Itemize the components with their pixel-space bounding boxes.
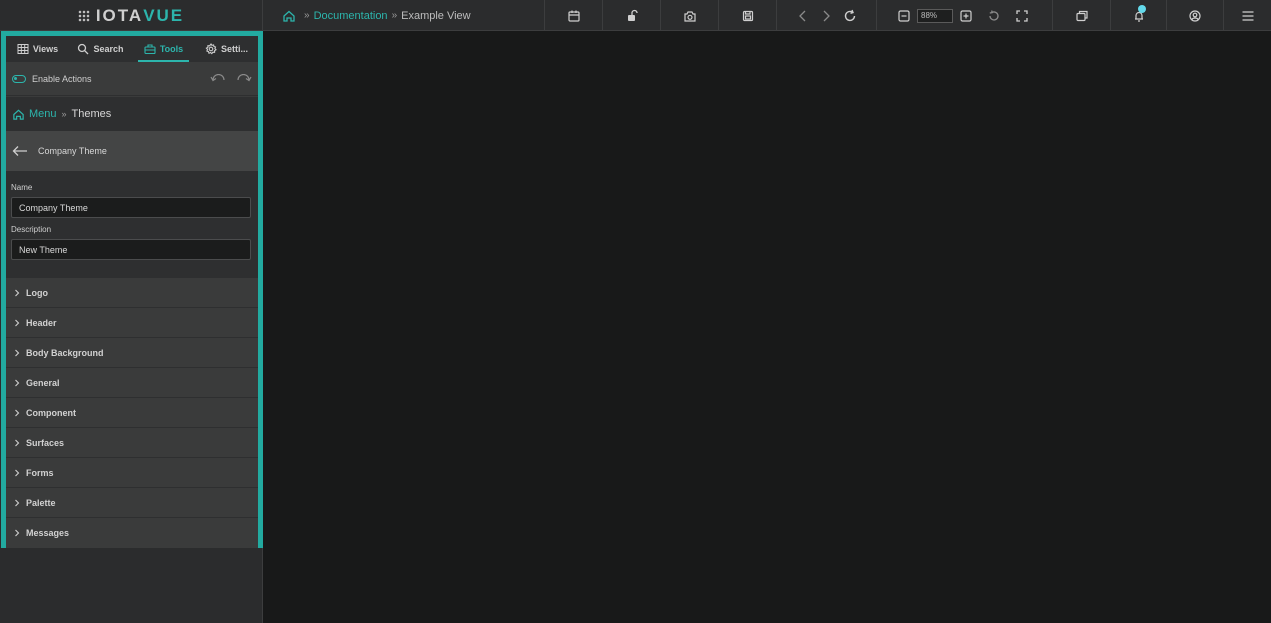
tab-tools[interactable]: Tools [132,36,195,62]
calendar-button[interactable] [544,0,602,31]
reset-zoom-button[interactable] [987,9,1001,23]
tab-views-label: Views [32,44,59,54]
logo-grid-icon [77,9,90,22]
tab-tools-label: Tools [159,44,184,54]
tab-search-label: Search [93,44,124,54]
breadcrumb-themes: Themes [71,108,112,120]
tab-search[interactable]: Search [69,36,132,62]
menu-breadcrumb: Menu » Themes [6,97,258,131]
section-surfaces[interactable]: Surfaces [6,428,258,458]
logo-text-vue: VUE [143,5,185,25]
breadcrumb: » Documentation » Example View [282,0,471,31]
section-logo[interactable]: Logo [6,278,258,308]
camera-icon [683,9,697,23]
chevron-right-icon [15,499,20,506]
save-button[interactable] [718,0,776,31]
section-label: General [26,377,60,388]
tools-panel: Views Search Tools Setti... Enable Actio… [1,31,263,548]
chevron-right-icon [15,529,20,537]
redo-icon[interactable] [236,73,252,84]
chevron-right-icon [15,469,20,476]
section-label: Forms [26,467,54,478]
undo-redo-group [210,73,252,84]
enable-actions-row: Enable Actions [6,62,258,96]
section-header[interactable]: Header [6,308,258,338]
zoom-input[interactable]: 88% [917,8,953,23]
tab-settings-label: Setti... [220,44,248,54]
grid-icon [17,44,29,54]
section-label: Palette [26,497,56,508]
breadcrumb-example-view: Example View [401,9,471,22]
chevron-right-icon [15,409,20,416]
zoom-group: 88% [876,0,1052,31]
back-nav-button[interactable] [796,9,810,23]
section-body-background[interactable]: Body Background [6,338,258,368]
toolbox-icon [144,44,156,55]
logo-text-iota: IOTA [95,5,144,25]
breadcrumb-separator: » [391,10,398,21]
user-circle-icon [1188,9,1202,23]
zoom-in-button[interactable] [959,9,973,23]
theme-form: Name Company Theme Description New Theme [6,171,258,279]
chevron-right-icon [15,439,20,446]
section-label: Surfaces [26,437,65,448]
user-button[interactable] [1166,0,1223,31]
theme-sections: Logo Header Body Background General Comp… [6,278,258,548]
top-bar: IOTA VUE » Documentation » Example View 8… [0,0,1271,31]
gear-icon [205,43,217,55]
chevron-right-icon [15,379,20,386]
tab-views[interactable]: Views [6,36,69,62]
app-logo[interactable]: IOTA VUE [0,0,263,31]
main-menu-button[interactable] [1223,0,1271,31]
refresh-icon[interactable] [843,9,857,23]
forward-nav-button[interactable] [819,9,833,23]
description-label: Description [11,225,52,234]
view-canvas[interactable] [263,31,1271,623]
zoom-out-button[interactable] [897,9,911,23]
hamburger-icon [1241,9,1255,23]
windows-icon [1075,9,1089,23]
camera-button[interactable] [660,0,718,31]
description-input[interactable]: New Theme [11,239,251,260]
name-label: Name [11,183,33,192]
breadcrumb-menu[interactable]: Menu [29,108,57,120]
chevron-right-icon [15,289,20,296]
section-label: Component [26,407,76,418]
home-icon[interactable] [282,9,296,23]
navigation-group [776,0,876,31]
section-palette[interactable]: Palette [6,488,258,518]
chevron-right-icon [15,319,20,326]
calendar-icon [567,9,581,23]
section-label: Header [26,317,57,328]
windows-button[interactable] [1052,0,1110,31]
section-general[interactable]: General [6,368,258,398]
breadcrumb-separator: » [304,10,310,21]
fullscreen-button[interactable] [1015,9,1029,23]
section-component[interactable]: Component [6,398,258,428]
notifications-button[interactable] [1110,0,1166,31]
panel-tabs: Views Search Tools Setti... [6,36,258,62]
section-messages[interactable]: Messages [6,518,258,548]
tab-settings[interactable]: Setti... [195,36,258,62]
lock-button[interactable] [602,0,660,31]
enable-actions-toggle[interactable] [12,74,26,83]
search-icon [78,43,89,55]
theme-title: Company Theme [38,146,107,156]
enable-actions-label: Enable Actions [32,73,92,84]
section-label: Body Background [26,347,104,358]
breadcrumb-separator: » [61,109,67,119]
chevron-right-icon [15,349,20,356]
theme-header-row: Company Theme [6,131,258,171]
back-arrow-icon[interactable] [12,145,28,157]
notification-badge [1138,5,1146,13]
home-icon[interactable] [12,108,25,121]
breadcrumb-documentation[interactable]: Documentation [314,10,388,22]
save-icon [741,9,755,23]
section-label: Logo [26,287,48,298]
section-forms[interactable]: Forms [6,458,258,488]
unlock-icon [625,9,639,23]
section-label: Messages [26,528,70,538]
undo-icon[interactable] [210,73,226,84]
name-input[interactable]: Company Theme [11,197,251,218]
